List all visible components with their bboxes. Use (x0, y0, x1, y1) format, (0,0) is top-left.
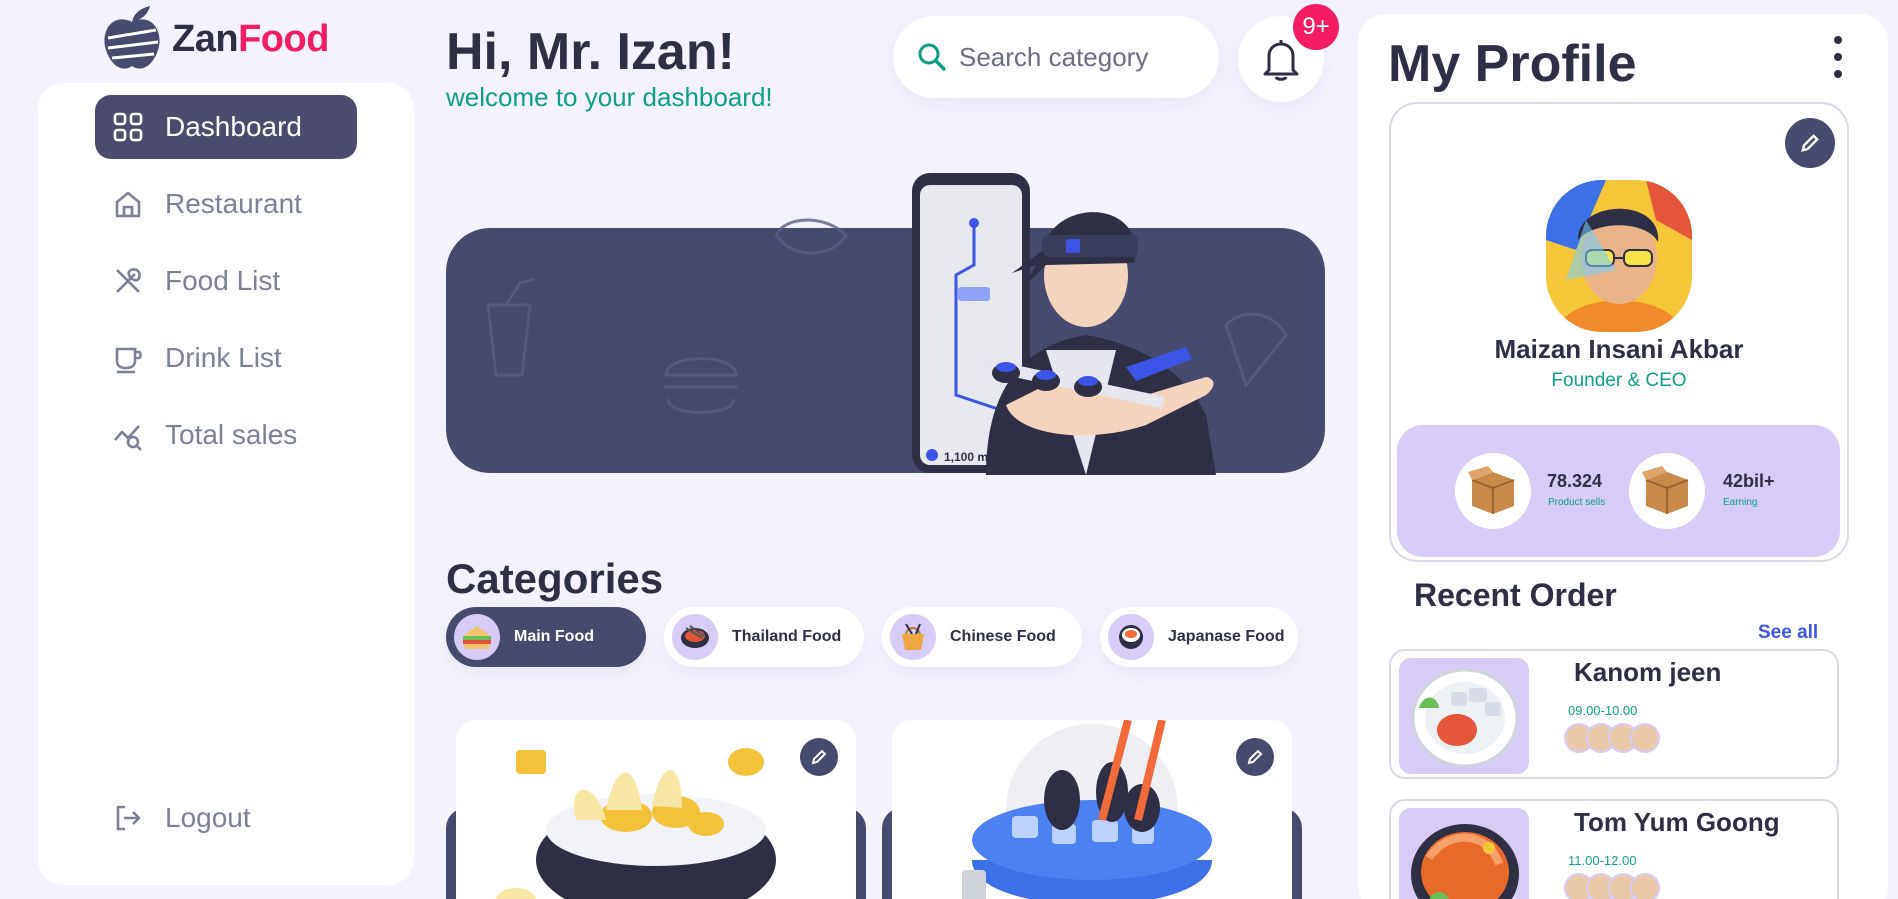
profile-stats: 78.324 Product sells 42bil+ Earning (1397, 425, 1840, 557)
brand-logo[interactable]: ZanFood (98, 4, 329, 74)
category-chinese-food[interactable]: Chinese Food (882, 607, 1082, 667)
logout-button[interactable]: Logout (95, 786, 357, 850)
order-time: 09.00-10.00 (1568, 703, 1638, 718)
mussel-bowl-illustration (962, 720, 1212, 899)
pencil-icon (1801, 134, 1819, 152)
sidebar-item-label: Food List (165, 265, 281, 296)
category-main-food[interactable]: Main Food (446, 607, 646, 667)
sidebar-item-label: Dashboard (165, 111, 302, 142)
order-name: Kanom jeen (1574, 657, 1722, 687)
more-options-icon[interactable] (1832, 36, 1844, 78)
chart-search-icon (114, 425, 142, 451)
grid-icon (113, 112, 143, 142)
stat-value: 78.324 (1547, 471, 1603, 491)
map-distance-label: 1,100 m (944, 450, 988, 464)
order-image (1399, 808, 1529, 899)
profile-role: Founder & CEO (1551, 370, 1687, 391)
order-image (1399, 658, 1529, 774)
noodle-bowl-icon (672, 614, 718, 660)
sidebar-item-total-sales[interactable]: Total sales (95, 403, 357, 467)
search-bar[interactable] (893, 16, 1219, 98)
category-label: Main Food (514, 628, 594, 645)
order-card[interactable]: Kanom jeen 09.00-10.00 (1389, 649, 1839, 779)
apple-logo-icon (104, 6, 160, 69)
sidebar-item-dashboard[interactable]: Dashboard (95, 95, 357, 159)
avatar (1546, 180, 1692, 332)
delivery-illustration: 1,100 m (486, 173, 1288, 475)
bell-icon (1263, 40, 1299, 81)
edit-profile-button[interactable] (1785, 118, 1835, 168)
stat-label: Product sells (1548, 497, 1606, 508)
categories-title: Categories (446, 555, 664, 602)
stat-label: Earning (1723, 497, 1758, 508)
page-greeting: Hi, Mr. Izan! (446, 23, 735, 81)
category-thailand-food[interactable]: Thailand Food (664, 607, 864, 667)
food-card[interactable] (456, 720, 856, 899)
stat-value: 42bil+ (1723, 471, 1775, 491)
pencil-icon (811, 749, 827, 765)
profile-name: Maizan Insani Akbar (1494, 334, 1744, 364)
order-customer-avatars (1564, 873, 1660, 899)
order-card[interactable]: Tom Yum Goong 11.00-12.00 (1389, 799, 1839, 899)
order-name: Tom Yum Goong (1574, 807, 1780, 837)
see-all-link[interactable]: See all (1758, 622, 1818, 644)
sandwich-icon (454, 614, 500, 660)
sidebar-item-food-list[interactable]: Food List (95, 249, 357, 313)
search-icon (918, 43, 946, 71)
rice-bowl-illustration (496, 748, 776, 899)
order-time: 11.00-12.00 (1568, 853, 1637, 868)
sushi-icon (1108, 614, 1154, 660)
food-card[interactable] (892, 720, 1292, 899)
logout-label: Logout (165, 802, 251, 833)
box-icon (1455, 453, 1531, 529)
sidebar-item-restaurant[interactable]: Restaurant (95, 172, 357, 236)
page-subtitle: welcome to your dashboard! (446, 82, 773, 112)
sidebar-item-label: Drink List (165, 342, 282, 373)
pencil-icon (1247, 749, 1263, 765)
category-label: Chinese Food (950, 628, 1056, 645)
cup-icon (115, 347, 142, 374)
sidebar: Dashboard Restaurant Food List Drink Lis… (38, 83, 414, 885)
sidebar-item-label: Total sales (165, 419, 298, 450)
avatar (1630, 723, 1660, 753)
box-icon (1629, 453, 1705, 529)
profile-title: My Profile (1388, 35, 1637, 93)
sidebar-item-label: Restaurant (165, 188, 302, 219)
recent-order-title: Recent Order (1414, 577, 1617, 613)
edit-button[interactable] (1236, 738, 1274, 776)
logout-icon (116, 805, 141, 831)
utensils-icon (116, 268, 141, 293)
order-customer-avatars (1564, 723, 1660, 757)
category-label: Thailand Food (732, 628, 842, 645)
takeout-box-icon (890, 614, 936, 660)
avatar (1630, 873, 1660, 899)
brand-name: ZanFood (172, 17, 329, 60)
notification-badge: 9+ (1293, 4, 1339, 50)
category-label: Japanase Food (1168, 628, 1285, 645)
home-icon (115, 191, 141, 218)
search-input[interactable] (959, 41, 1179, 73)
edit-button[interactable] (800, 738, 838, 776)
category-japanese-food[interactable]: Japanase Food (1100, 607, 1298, 667)
sidebar-item-drink-list[interactable]: Drink List (95, 326, 357, 390)
